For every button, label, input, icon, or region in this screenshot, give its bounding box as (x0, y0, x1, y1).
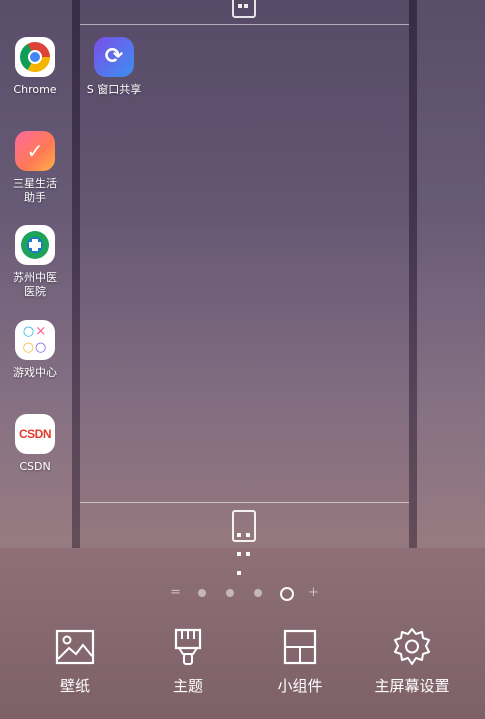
samsung-assistant-icon: ✓ (15, 131, 55, 171)
widgets-icon (279, 626, 321, 668)
page-dot[interactable] (198, 589, 206, 597)
page-dot[interactable] (226, 589, 234, 597)
chrome-icon (15, 37, 55, 77)
home-settings-button[interactable]: 主屏幕设置 (362, 620, 462, 696)
themes-label: 主题 (172, 677, 203, 695)
hospital-icon (15, 225, 55, 265)
wallpaper-button[interactable]: 壁纸 (25, 620, 125, 696)
app-label: 苏州中医 医院 (13, 271, 57, 298)
app-csdn[interactable]: CSDN CSDN (0, 414, 75, 474)
game-center-icon: ○× ○○ (15, 320, 55, 360)
next-page-panel[interactable] (417, 0, 485, 548)
app-game-center[interactable]: ○× ○○ 游戏中心 (0, 320, 75, 380)
add-page-icon[interactable]: + (308, 585, 319, 601)
csdn-icon: CSDN (15, 414, 55, 454)
page-dot-current[interactable] (280, 587, 294, 601)
app-label: S 窗口共享 (86, 83, 142, 96)
app-label: 三星生活 助手 (13, 177, 57, 204)
home-settings-label: 主屏幕设置 (374, 677, 450, 695)
home-screen-editor: Chrome ✓ 三星生活 助手 苏州中医 医院 ○× ○○ 游戏中心 CSDN … (0, 0, 485, 575)
image-icon (54, 626, 96, 668)
dock-top-icon (232, 0, 256, 18)
page-divider-right (409, 0, 417, 548)
app-samsung-assistant[interactable]: ✓ 三星生活 助手 (0, 131, 75, 205)
page-indicator: = + (0, 585, 485, 601)
page-top-divider (80, 24, 409, 25)
app-label: Chrome (13, 83, 57, 96)
app-label: 游戏中心 (13, 366, 57, 379)
widgets-label: 小组件 (277, 677, 323, 695)
brush-icon (167, 626, 209, 668)
gear-icon (391, 626, 433, 668)
app-s-window-share[interactable]: ⟳ S 窗口共享 (74, 37, 154, 97)
page-indicator-menu-icon[interactable]: = (170, 585, 181, 601)
widgets-button[interactable]: 小组件 (250, 620, 350, 696)
page-bottom-divider (80, 502, 409, 503)
app-suzhou-hospital[interactable]: 苏州中医 医院 (0, 225, 75, 299)
s-window-share-icon: ⟳ (94, 37, 134, 77)
app-chrome[interactable]: Chrome (0, 37, 75, 97)
edit-toolbar: 壁纸 主题 小组件 主屏幕设置 (0, 620, 485, 719)
wallpaper-label: 壁纸 (59, 677, 90, 695)
page-dot[interactable] (254, 589, 262, 597)
app-label: CSDN (19, 460, 51, 473)
themes-button[interactable]: 主题 (138, 620, 238, 696)
dock-page-icon[interactable] (232, 510, 256, 575)
